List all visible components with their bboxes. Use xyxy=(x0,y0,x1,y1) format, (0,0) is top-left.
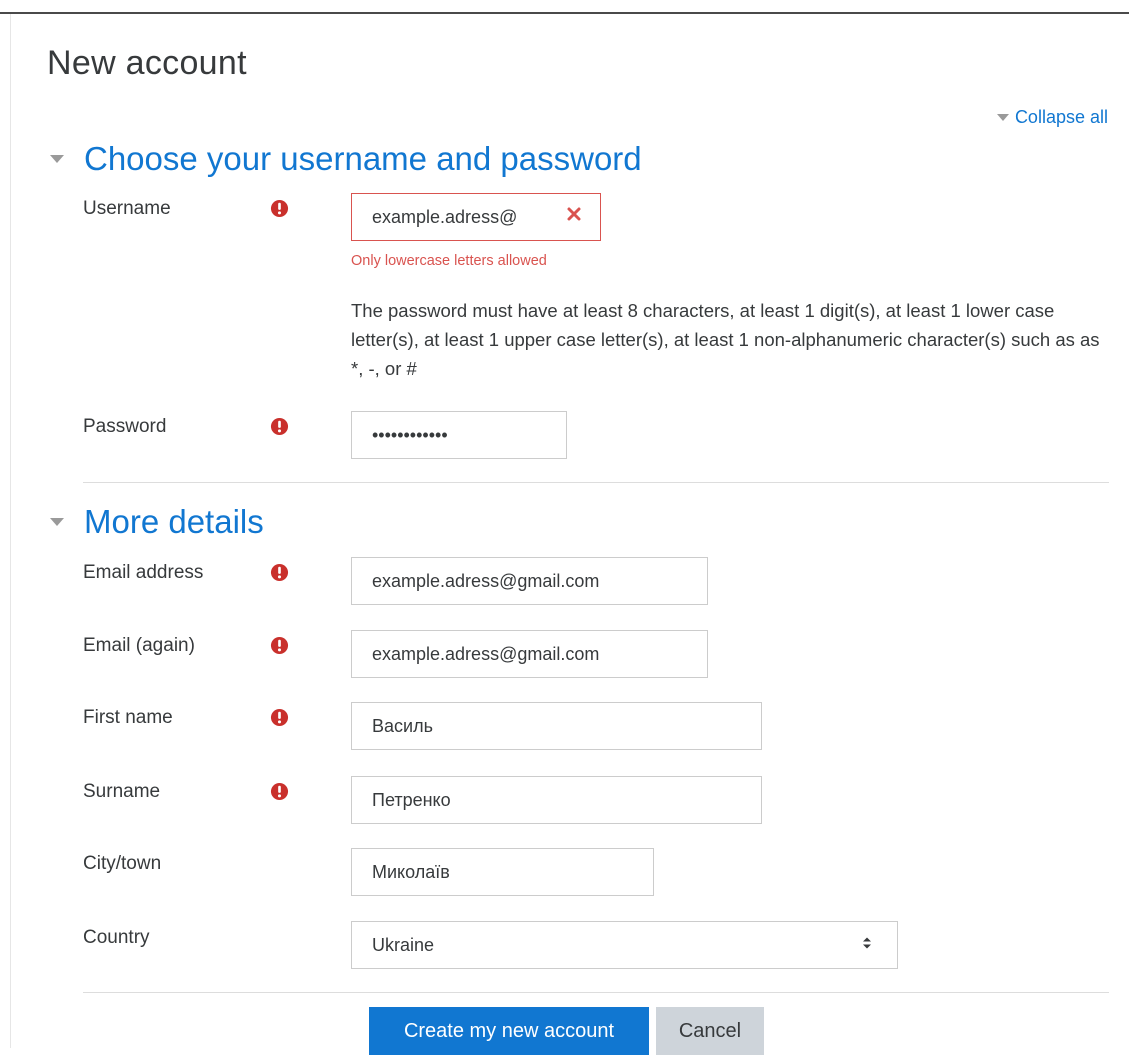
required-icon xyxy=(270,708,289,727)
window-top-border xyxy=(0,0,1129,14)
password-input[interactable] xyxy=(351,411,567,459)
form-divider xyxy=(83,992,1109,993)
select-caret-icon xyxy=(862,936,872,950)
country-selected-value: Ukraine xyxy=(372,934,435,955)
email-again-label: Email (again) xyxy=(83,635,195,656)
email-again-input[interactable] xyxy=(351,630,708,678)
section-collapse-triangle-icon xyxy=(50,518,64,526)
firstname-input[interactable] xyxy=(351,702,762,750)
collapse-all-link[interactable]: Collapse all xyxy=(996,107,1108,128)
city-label: City/town xyxy=(83,853,162,874)
email-input[interactable] xyxy=(351,557,708,605)
section-title-credentials: Choose your username and password xyxy=(84,140,642,177)
section-header-details[interactable]: More details xyxy=(50,503,264,541)
password-rules-text: The password must have at least 8 charac… xyxy=(351,300,1100,379)
required-icon xyxy=(270,636,289,655)
section-divider xyxy=(83,482,1109,483)
surname-input[interactable] xyxy=(351,776,762,824)
username-label: Username xyxy=(83,198,171,219)
collapse-triangle-icon xyxy=(996,114,1009,121)
clear-input-icon[interactable] xyxy=(566,206,582,222)
city-input[interactable] xyxy=(351,848,654,896)
required-icon xyxy=(270,782,289,801)
email-label: Email address xyxy=(83,562,204,583)
country-select[interactable]: Ukraine xyxy=(351,921,898,969)
surname-label: Surname xyxy=(83,781,161,802)
country-label: Country xyxy=(83,927,150,948)
username-error-message: Only lowercase letters allowed xyxy=(351,253,547,269)
required-icon xyxy=(270,563,289,582)
section-header-credentials[interactable]: Choose your username and password xyxy=(50,140,642,178)
firstname-label: First name xyxy=(83,707,173,728)
username-input[interactable] xyxy=(351,193,601,241)
required-icon xyxy=(270,199,289,218)
password-label: Password xyxy=(83,416,167,437)
collapse-all-label: Collapse all xyxy=(1014,107,1108,127)
section-collapse-triangle-icon xyxy=(50,155,64,163)
section-title-details: More details xyxy=(84,503,264,540)
page-title: New account xyxy=(47,44,247,82)
required-icon xyxy=(270,417,289,436)
content-left-border xyxy=(10,14,11,1048)
